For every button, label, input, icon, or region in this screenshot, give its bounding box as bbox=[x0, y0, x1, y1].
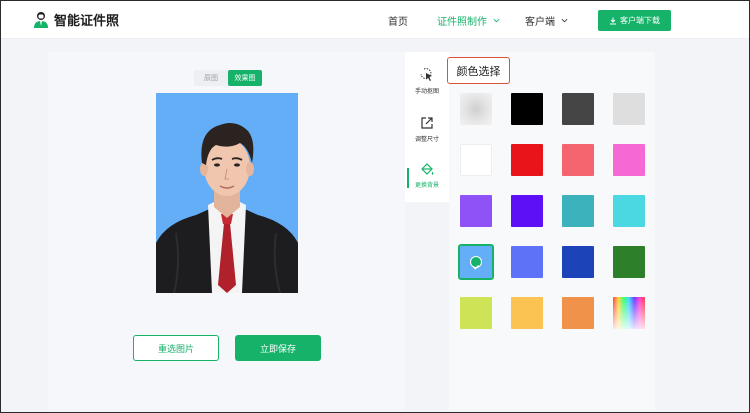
tool-sidebar: 手动抠图 调整尺寸 更换背景 bbox=[405, 52, 449, 202]
top-header: 智能证件照 首页 证件照制作 客户端 客户端下载 bbox=[1, 1, 749, 39]
color-swatch[interactable] bbox=[562, 144, 594, 176]
color-select-title: 颜色选择 bbox=[447, 57, 510, 84]
color-swatch[interactable] bbox=[562, 246, 594, 278]
color-swatch[interactable] bbox=[562, 93, 594, 125]
tool-manual-cutout[interactable]: 手动抠图 bbox=[405, 62, 449, 108]
tool-label: 手动抠图 bbox=[414, 89, 439, 95]
nav-id-photo[interactable]: 证件照制作 bbox=[437, 13, 500, 28]
tab-effect[interactable]: 效果图 bbox=[228, 70, 262, 86]
person-icon bbox=[34, 11, 48, 28]
client-download-button[interactable]: 客户端下载 bbox=[598, 10, 671, 31]
color-swatch[interactable] bbox=[460, 93, 492, 125]
nav-client-label: 客户端 bbox=[525, 17, 555, 28]
save-now-button[interactable]: 立即保存 bbox=[235, 335, 321, 361]
portrait-image bbox=[156, 123, 298, 293]
active-indicator bbox=[407, 168, 409, 188]
color-swatch[interactable] bbox=[613, 246, 645, 278]
color-swatch[interactable] bbox=[511, 246, 543, 278]
tab-original[interactable]: 原图 bbox=[194, 70, 228, 86]
color-swatch[interactable] bbox=[460, 144, 492, 176]
color-swatch[interactable] bbox=[613, 195, 645, 227]
chevron-down-icon bbox=[561, 18, 568, 23]
chevron-down-icon bbox=[493, 18, 500, 23]
download-label: 客户端下载 bbox=[620, 16, 660, 25]
paint-bucket-icon bbox=[421, 163, 434, 175]
app-title: 智能证件照 bbox=[54, 14, 120, 29]
tool-change-background[interactable]: 更换背景 bbox=[405, 156, 449, 202]
nav-client[interactable]: 客户端 bbox=[525, 13, 568, 28]
color-swatch[interactable] bbox=[460, 297, 492, 329]
resize-icon bbox=[421, 117, 433, 129]
tool-label: 更换背景 bbox=[414, 183, 439, 189]
color-swatch-selected[interactable] bbox=[458, 244, 494, 280]
color-swatch[interactable] bbox=[613, 144, 645, 176]
download-icon bbox=[610, 17, 616, 24]
cursor-select-icon bbox=[420, 68, 432, 81]
app-logo[interactable]: 智能证件照 bbox=[33, 10, 119, 29]
color-swatch[interactable] bbox=[511, 297, 543, 329]
color-swatch[interactable] bbox=[613, 93, 645, 125]
check-icon bbox=[470, 256, 482, 270]
nav-home[interactable]: 首页 bbox=[388, 13, 408, 28]
tool-label: 调整尺寸 bbox=[414, 137, 439, 143]
color-swatch[interactable] bbox=[511, 195, 543, 227]
color-swatch[interactable] bbox=[613, 297, 645, 329]
color-swatch[interactable] bbox=[562, 195, 594, 227]
id-photo-preview bbox=[156, 93, 298, 293]
nav-id-photo-label: 证件照制作 bbox=[437, 17, 487, 28]
color-swatch[interactable] bbox=[511, 93, 543, 125]
tool-resize[interactable]: 调整尺寸 bbox=[405, 110, 449, 156]
color-swatch[interactable] bbox=[460, 195, 492, 227]
view-toggle: 原图 效果图 bbox=[194, 70, 262, 86]
color-swatch[interactable] bbox=[511, 144, 543, 176]
color-swatch[interactable] bbox=[562, 297, 594, 329]
reselect-image-button[interactable]: 重选图片 bbox=[133, 335, 219, 361]
